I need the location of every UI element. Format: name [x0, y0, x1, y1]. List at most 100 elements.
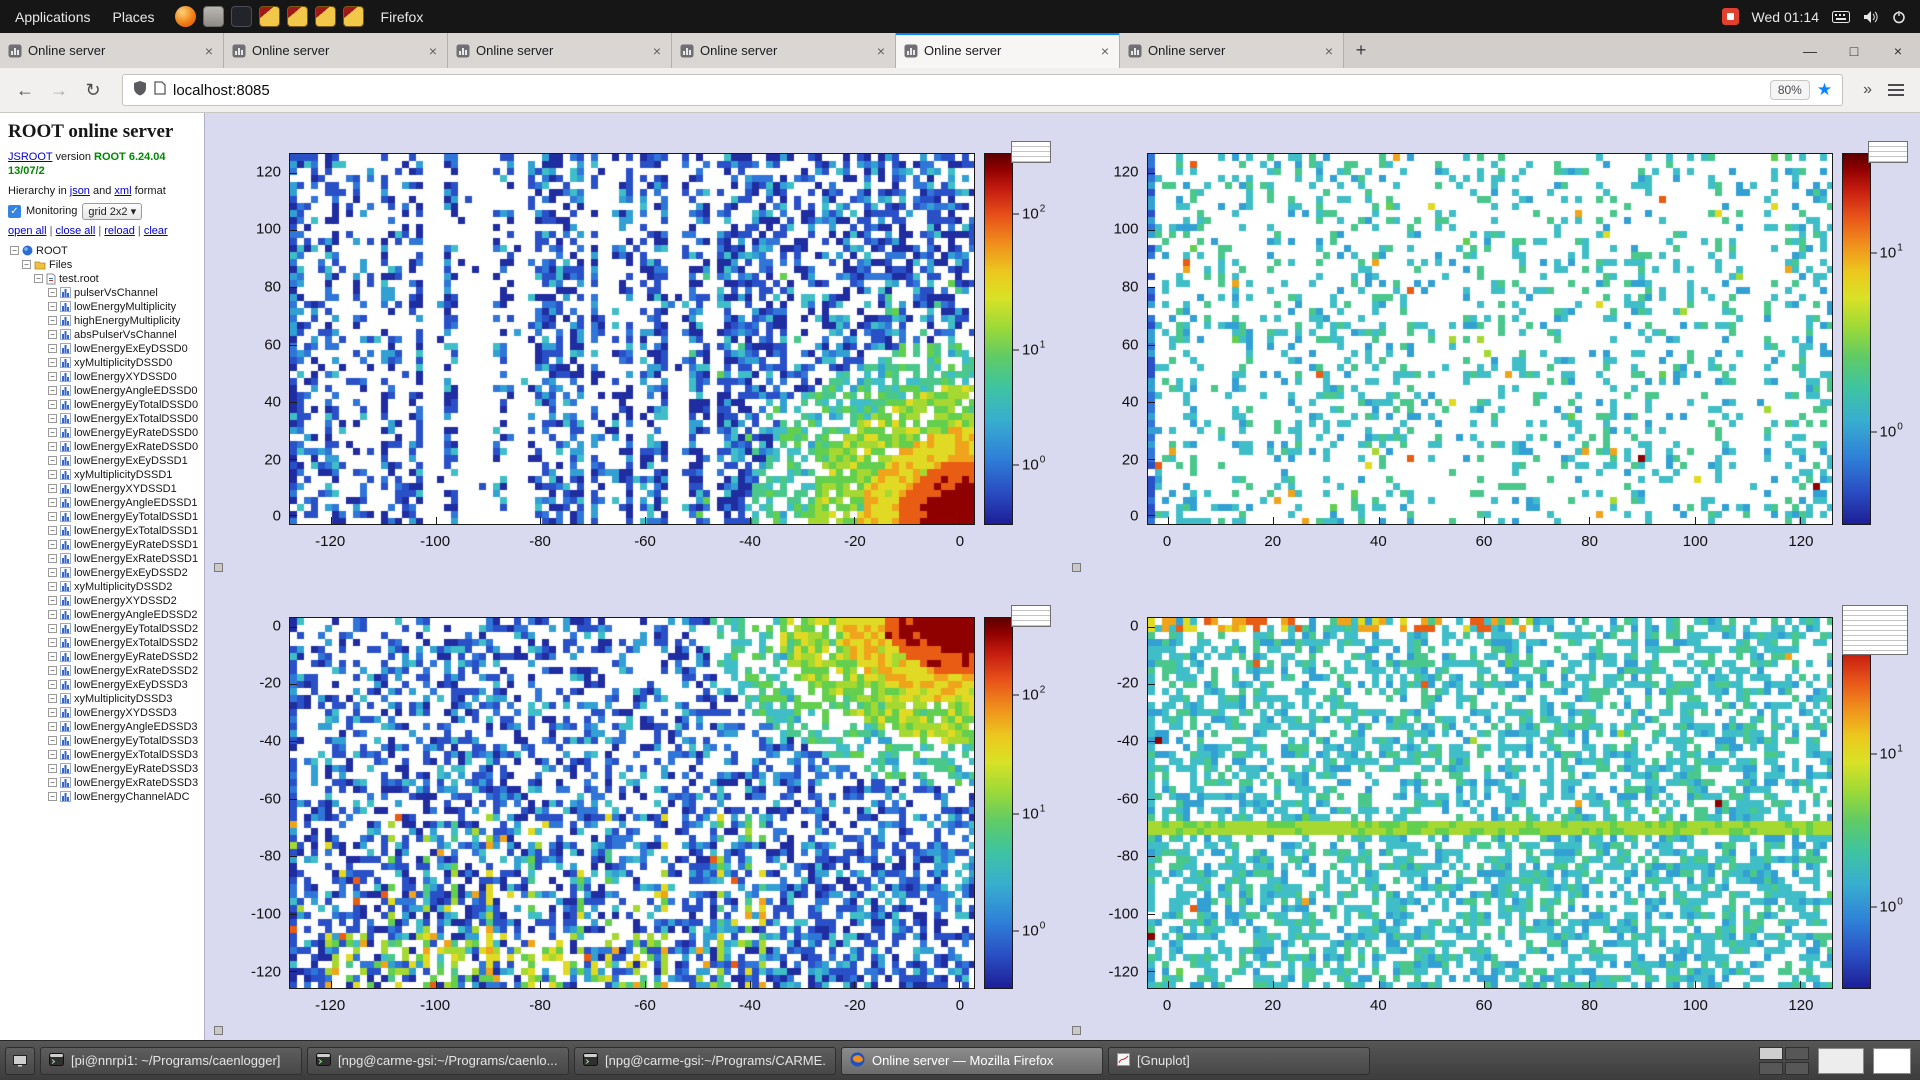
- tree-item-test-root[interactable]: −test.root: [8, 272, 196, 286]
- tree-item-lowEnergyEyRateDSSD2[interactable]: −lowEnergyEyRateDSSD2: [8, 650, 196, 664]
- tab-close-icon[interactable]: ×: [1099, 43, 1111, 59]
- collapse-expander-icon[interactable]: −: [48, 498, 57, 507]
- volume-icon[interactable]: [1863, 10, 1879, 24]
- back-button[interactable]: ←: [8, 73, 42, 107]
- collapse-expander-icon[interactable]: −: [48, 750, 57, 759]
- collapse-expander-icon[interactable]: −: [48, 316, 57, 325]
- tree-item-lowEnergyExRateDSSD0[interactable]: −lowEnergyExRateDSSD0: [8, 440, 196, 454]
- shield-icon[interactable]: [133, 80, 147, 101]
- collapse-expander-icon[interactable]: −: [48, 484, 57, 493]
- tree-item-lowEnergyEyTotalDSSD2[interactable]: −lowEnergyEyTotalDSSD2: [8, 622, 196, 636]
- reload-link[interactable]: reload: [104, 225, 135, 237]
- tab-online-server-5[interactable]: Online server×: [896, 33, 1120, 68]
- new-tab-button[interactable]: +: [1344, 33, 1378, 68]
- app-launcher-icon-4[interactable]: [343, 6, 364, 27]
- histogram-canvas-bottom-left[interactable]: [290, 618, 974, 988]
- places-menu[interactable]: Places: [102, 0, 166, 33]
- collapse-expander-icon[interactable]: −: [48, 386, 57, 395]
- collapse-expander-icon[interactable]: −: [48, 736, 57, 745]
- tree-item-lowEnergyExRateDSSD1[interactable]: −lowEnergyExRateDSSD1: [8, 552, 196, 566]
- workspace-3[interactable]: [1759, 1062, 1783, 1075]
- tree-item-lowEnergyExEyDSSD2[interactable]: −lowEnergyExEyDSSD2: [8, 566, 196, 580]
- collapse-expander-icon[interactable]: −: [48, 568, 57, 577]
- power-icon[interactable]: [1892, 10, 1906, 24]
- collapse-expander-icon[interactable]: −: [22, 260, 31, 269]
- collapse-expander-icon[interactable]: −: [48, 512, 57, 521]
- tree-item-xyMultiplicityDSSD1[interactable]: −xyMultiplicityDSSD1: [8, 468, 196, 482]
- json-link[interactable]: json: [70, 185, 90, 197]
- forward-button[interactable]: →: [42, 73, 76, 107]
- firefox-launcher-icon[interactable]: [175, 6, 196, 27]
- bookmark-star-icon[interactable]: ★: [1817, 80, 1832, 100]
- workspace-4[interactable]: [1785, 1062, 1809, 1075]
- collapse-expander-icon[interactable]: −: [48, 708, 57, 717]
- tree-item-lowEnergyXYDSSD0[interactable]: −lowEnergyXYDSSD0: [8, 370, 196, 384]
- tab-close-icon[interactable]: ×: [203, 43, 215, 59]
- maximize-button[interactable]: □: [1832, 33, 1876, 68]
- close-all-link[interactable]: close all: [56, 225, 96, 237]
- collapse-expander-icon[interactable]: −: [48, 582, 57, 591]
- taskbar-window-2[interactable]: [npg@carme-gsi:~/Programs/caenlo...: [307, 1047, 569, 1075]
- tree-item-lowEnergyExTotalDSSD0[interactable]: −lowEnergyExTotalDSSD0: [8, 412, 196, 426]
- taskbar-window-3[interactable]: [npg@carme-gsi:~/Programs/CARME...: [574, 1047, 836, 1075]
- tab-online-server-4[interactable]: Online server×: [672, 33, 896, 68]
- workspace-1[interactable]: [1759, 1047, 1783, 1060]
- color-palette-bottom-left[interactable]: [984, 617, 1013, 989]
- collapse-expander-icon[interactable]: −: [48, 288, 57, 297]
- histogram-canvas-top-right[interactable]: [1148, 154, 1832, 524]
- collapse-expander-icon[interactable]: −: [48, 652, 57, 661]
- tree-item-files[interactable]: −Files: [8, 258, 196, 272]
- app-launcher-icon-2[interactable]: [287, 6, 308, 27]
- tree-item-lowEnergyEyTotalDSSD0[interactable]: −lowEnergyEyTotalDSSD0: [8, 398, 196, 412]
- tree-item-highEnergyMultiplicity[interactable]: −highEnergyMultiplicity: [8, 314, 196, 328]
- tree-item-lowEnergyExTotalDSSD1[interactable]: −lowEnergyExTotalDSSD1: [8, 524, 196, 538]
- tree-item-root[interactable]: −ROOT: [8, 244, 196, 258]
- collapse-expander-icon[interactable]: −: [48, 680, 57, 689]
- collapse-expander-icon[interactable]: −: [48, 358, 57, 367]
- tab-close-icon[interactable]: ×: [875, 43, 887, 59]
- open-all-link[interactable]: open all: [8, 225, 47, 237]
- tree-item-lowEnergyXYDSSD2[interactable]: −lowEnergyXYDSSD2: [8, 594, 196, 608]
- url-text[interactable]: localhost:8085: [173, 82, 1763, 99]
- collapse-expander-icon[interactable]: −: [34, 274, 43, 283]
- tab-online-server-2[interactable]: Online server×: [224, 33, 448, 68]
- address-bar[interactable]: localhost:8085 80% ★: [122, 74, 1843, 106]
- collapse-expander-icon[interactable]: −: [48, 610, 57, 619]
- pad-resize-handle[interactable]: [214, 563, 223, 572]
- tree-item-lowEnergyXYDSSD1[interactable]: −lowEnergyXYDSSD1: [8, 482, 196, 496]
- collapse-expander-icon[interactable]: −: [48, 456, 57, 465]
- terminal-launcher-icon[interactable]: [231, 6, 252, 27]
- tree-item-xyMultiplicityDSSD3[interactable]: −xyMultiplicityDSSD3: [8, 692, 196, 706]
- collapse-expander-icon[interactable]: −: [48, 470, 57, 479]
- color-palette-bottom-right[interactable]: [1842, 617, 1871, 989]
- reload-button[interactable]: ↻: [76, 73, 110, 107]
- collapse-expander-icon[interactable]: −: [48, 638, 57, 647]
- tree-item-lowEnergyAngleEDSSD1[interactable]: −lowEnergyAngleEDSSD1: [8, 496, 196, 510]
- minimize-button[interactable]: —: [1788, 33, 1832, 68]
- tab-online-server-3[interactable]: Online server×: [448, 33, 672, 68]
- collapse-expander-icon[interactable]: −: [48, 442, 57, 451]
- close-button[interactable]: ×: [1876, 33, 1920, 68]
- tree-item-lowEnergyAngleEDSSD2[interactable]: −lowEnergyAngleEDSSD2: [8, 608, 196, 622]
- overflow-menu-button[interactable]: »: [1855, 81, 1880, 99]
- app-launcher-icon-1[interactable]: [259, 6, 280, 27]
- tab-online-server-6[interactable]: Online server×: [1120, 33, 1344, 68]
- stats-box[interactable]: [1842, 605, 1908, 655]
- histogram-canvas-top-left[interactable]: [290, 154, 974, 524]
- tree-item-lowEnergyExRateDSSD3[interactable]: −lowEnergyExRateDSSD3: [8, 776, 196, 790]
- color-palette-top-right[interactable]: [1842, 153, 1871, 525]
- tree-item-lowEnergyExRateDSSD2[interactable]: −lowEnergyExRateDSSD2: [8, 664, 196, 678]
- collapse-expander-icon[interactable]: −: [48, 666, 57, 675]
- tree-item-lowEnergyAngleEDSSD0[interactable]: −lowEnergyAngleEDSSD0: [8, 384, 196, 398]
- collapse-expander-icon[interactable]: −: [48, 428, 57, 437]
- color-palette-top-left[interactable]: [984, 153, 1013, 525]
- tree-item-lowEnergyAngleEDSSD3[interactable]: −lowEnergyAngleEDSSD3: [8, 720, 196, 734]
- collapse-expander-icon[interactable]: −: [48, 526, 57, 535]
- stats-box[interactable]: [1011, 605, 1051, 627]
- tab-online-server-1[interactable]: Online server×: [0, 33, 224, 68]
- tree-item-lowEnergyExEyDSSD0[interactable]: −lowEnergyExEyDSSD0: [8, 342, 196, 356]
- tree-item-lowEnergyExTotalDSSD3[interactable]: −lowEnergyExTotalDSSD3: [8, 748, 196, 762]
- tree-item-lowEnergyEyTotalDSSD1[interactable]: −lowEnergyEyTotalDSSD1: [8, 510, 196, 524]
- taskbar-window-1[interactable]: [pi@nnrpi1: ~/Programs/caenlogger]: [40, 1047, 302, 1075]
- zoom-indicator[interactable]: 80%: [1770, 80, 1810, 100]
